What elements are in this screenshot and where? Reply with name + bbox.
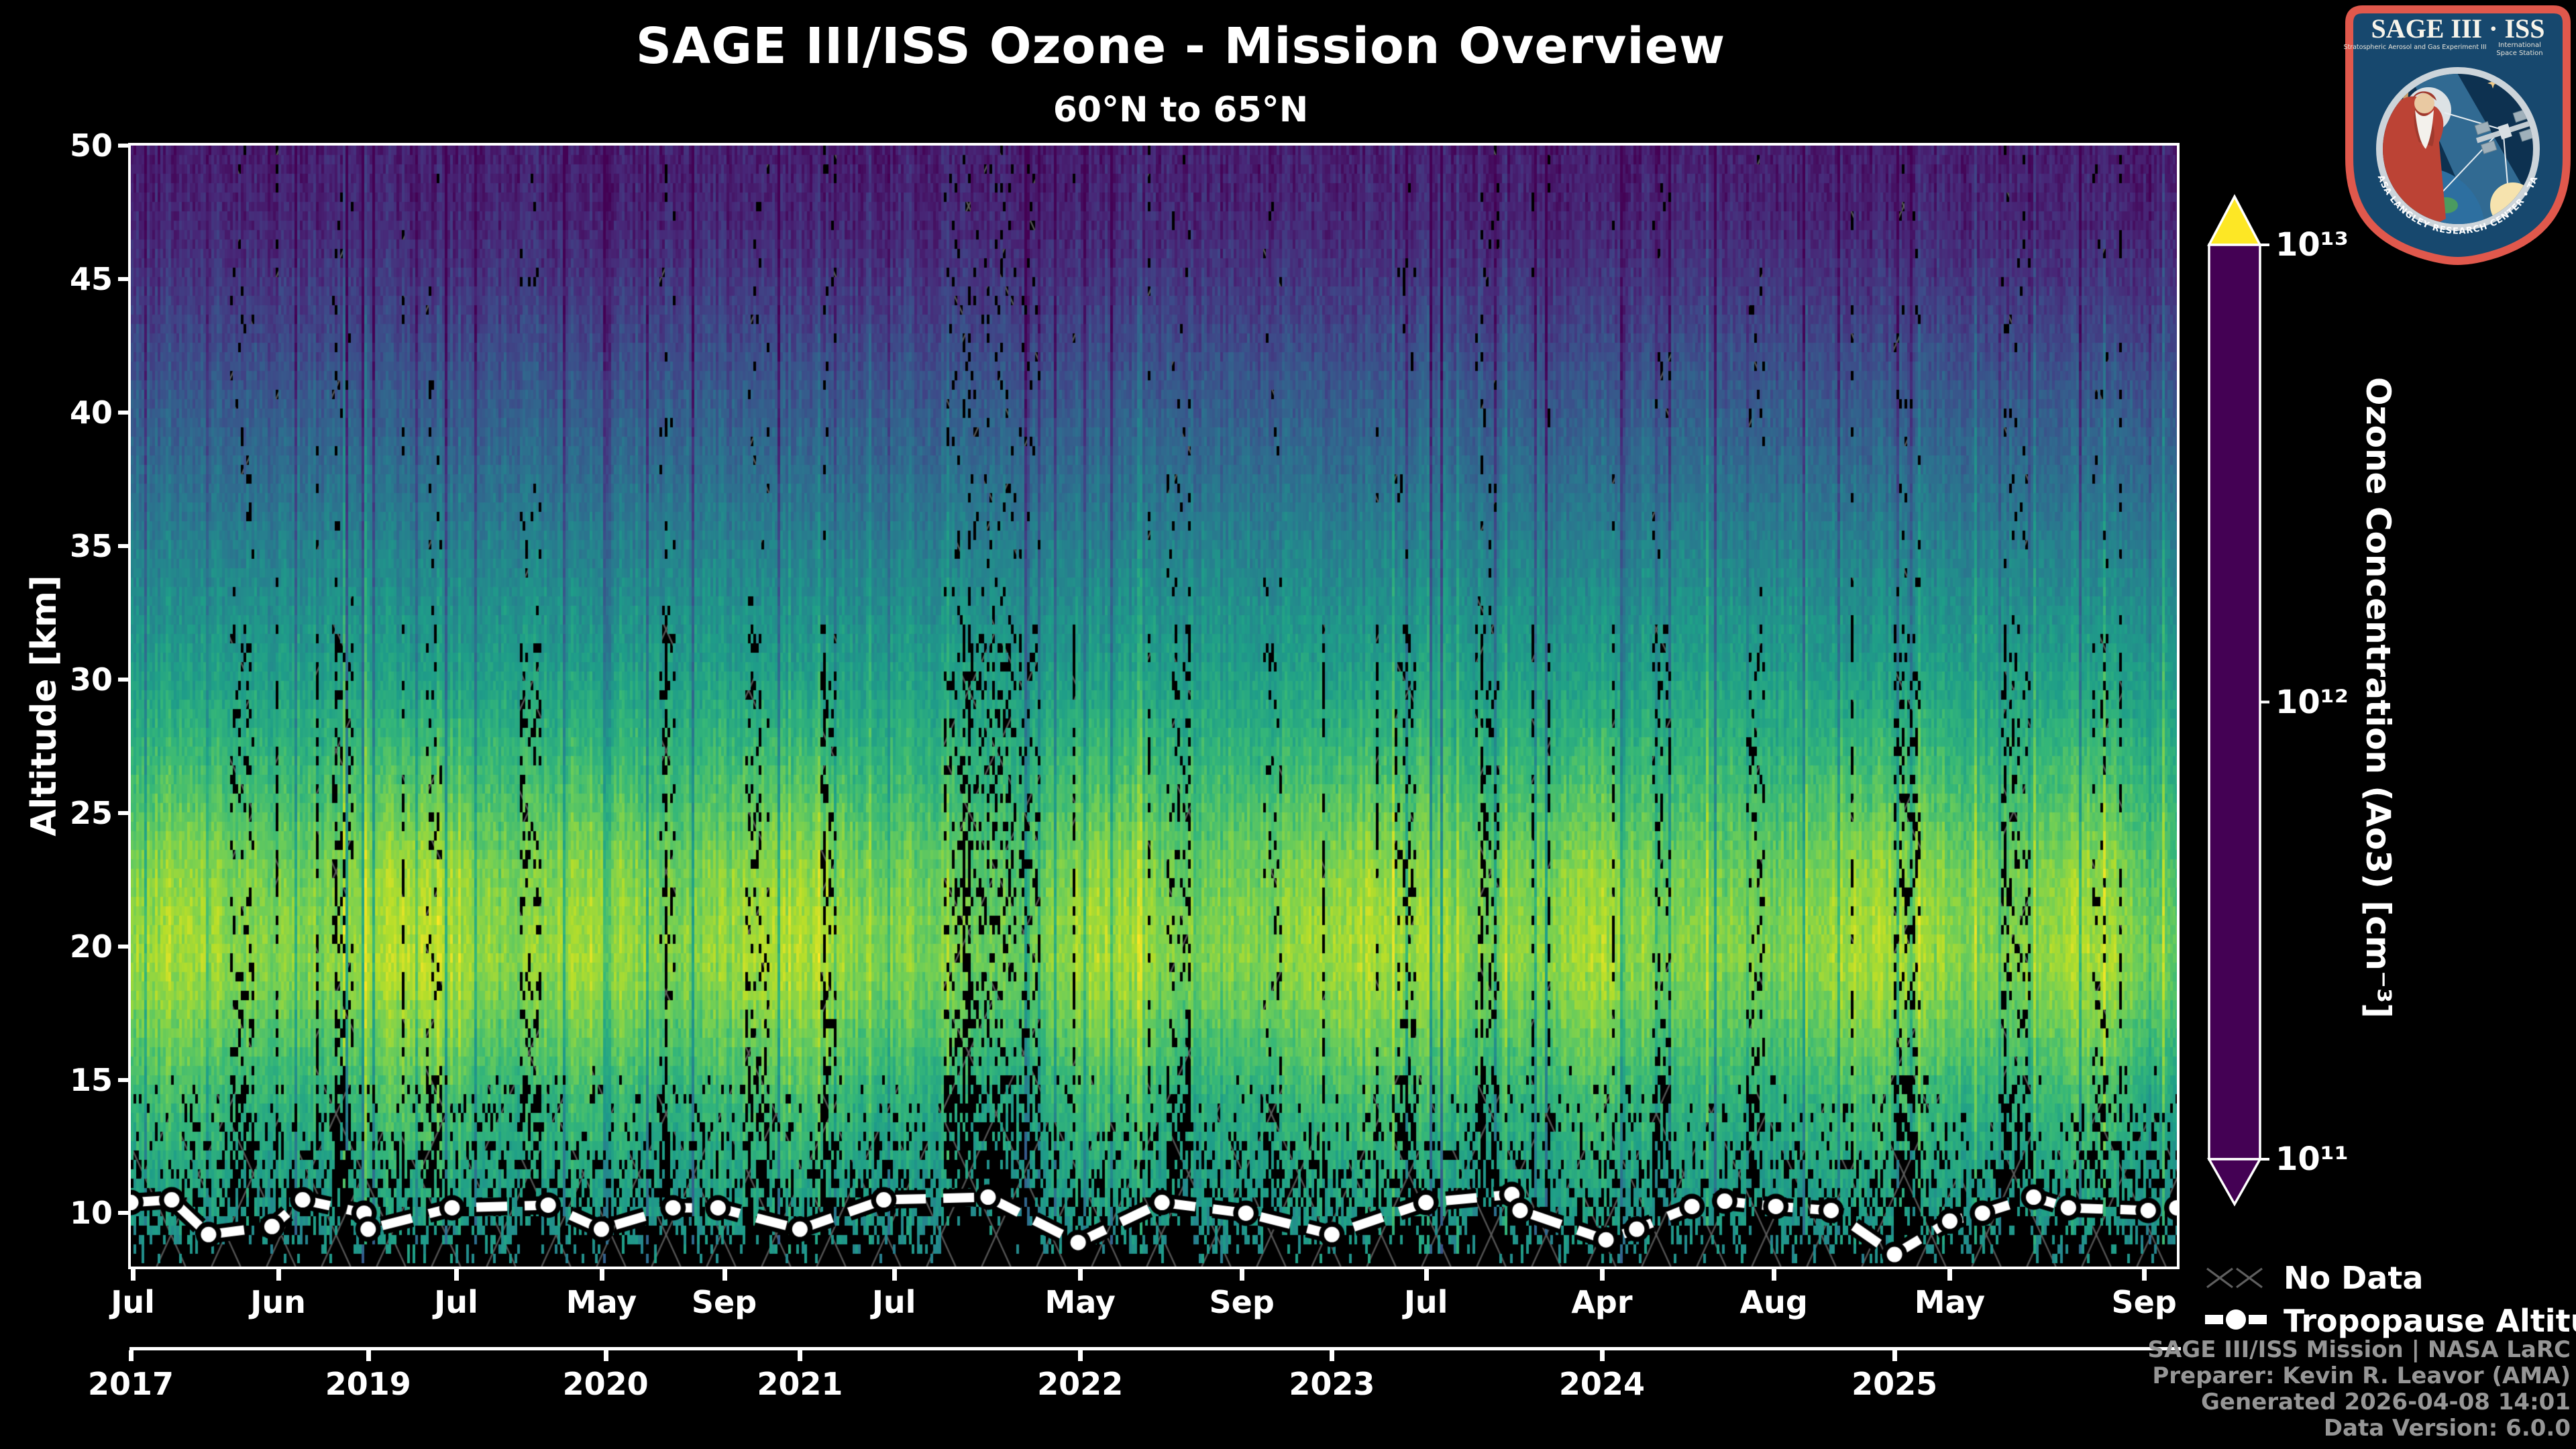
y-tick-label: 15 (39, 1062, 113, 1098)
plot-area (128, 143, 2180, 1269)
x-tick-mark-month (1240, 1269, 1244, 1281)
x-tick-mark-month (1424, 1269, 1429, 1281)
x-tick-mark-month (276, 1269, 281, 1281)
x-tick-mark-month (2142, 1269, 2147, 1281)
x-tick-mark-month (454, 1269, 459, 1281)
x-tick-mark-year (1078, 1350, 1083, 1361)
x-tick-label-month: May (566, 1284, 637, 1320)
y-tick-label: 40 (39, 394, 113, 431)
x-tick-label-year: 2023 (1289, 1366, 1375, 1402)
patch-subtitle-right-2: Space Station (2496, 50, 2542, 57)
y-tick-label: 10 (39, 1195, 113, 1231)
colorbar-tick-marks (2260, 245, 2269, 1159)
x-tick-mark-month (1600, 1269, 1605, 1281)
x-tick-mark-month (1772, 1269, 1776, 1281)
x-tick-label-month: Jul (434, 1284, 478, 1320)
patch-subtitle-left: Stratospheric Aerosol and Gas Experiment… (2344, 44, 2487, 51)
y-tick-label: 45 (39, 261, 113, 297)
x-tick-mark-year (366, 1350, 371, 1361)
year-axis-line (129, 1347, 2181, 1350)
x-tick-label-month: Jul (872, 1284, 916, 1320)
x-tick-mark-year (1892, 1350, 1897, 1361)
y-tick-label: 30 (39, 661, 113, 698)
footer-credits: SAGE III/ISS Mission | NASA LaRC Prepare… (2148, 1337, 2571, 1442)
y-tick-mark (118, 811, 129, 815)
x-tick-label-month: Aug (1740, 1284, 1808, 1320)
y-tick-label: 25 (39, 795, 113, 831)
x-tick-mark-year (1330, 1350, 1334, 1361)
legend-label-tropopause: Tropopause Altitude (2284, 1303, 2576, 1339)
x-tick-mark-month (722, 1269, 727, 1281)
x-tick-label-year: 2020 (563, 1366, 649, 1402)
x-tick-label-year: 2019 (325, 1366, 411, 1402)
x-tick-label-month: May (1915, 1284, 1985, 1320)
footer-mission-line: SAGE III/ISS Mission | NASA LaRC (2148, 1337, 2571, 1363)
y-tick-mark (118, 411, 129, 415)
colorbar (2202, 190, 2272, 1216)
colorbar-gradient-bar (2209, 245, 2260, 1159)
x-tick-mark-month (600, 1269, 604, 1281)
x-tick-label-month: Jul (111, 1284, 155, 1320)
y-tick-mark (118, 1078, 129, 1082)
x-tick-label-month: Sep (1210, 1284, 1275, 1320)
x-tick-label-month: Sep (2112, 1284, 2177, 1320)
x-tick-label-month: May (1044, 1284, 1115, 1320)
x-tick-mark-year (1600, 1350, 1605, 1361)
colorbar-tick-label: 10¹³ (2275, 225, 2349, 264)
colorbar-extend-max-arrow (2209, 197, 2260, 245)
x-tick-label-month: Apr (1571, 1284, 1632, 1320)
tropopause-line-icon (2205, 1307, 2267, 1332)
colorbar-tick-label: 10¹² (2275, 683, 2349, 722)
x-tick-label-year: 2022 (1037, 1366, 1123, 1402)
x-tick-label-month: Sep (692, 1284, 757, 1320)
chart-title: SAGE III/ISS Ozone - Mission Overview (0, 17, 2361, 75)
colorbar-label: Ozone Concentration (Ao3) [cm⁻³] (2347, 201, 2398, 1194)
ozone-heatmap-canvas (131, 146, 2177, 1267)
x-tick-mark-month (892, 1269, 897, 1281)
y-tick-mark (118, 945, 129, 949)
x-tick-mark-month (1947, 1269, 1952, 1281)
x-tick-mark-year (798, 1350, 802, 1361)
x-tick-mark-month (131, 1269, 136, 1281)
y-tick-mark (118, 544, 129, 548)
x-tick-mark-month (1078, 1269, 1083, 1281)
x-tick-label-year: 2024 (1559, 1366, 1645, 1402)
patch-subtitle-right-1: International (2498, 42, 2541, 49)
y-tick-mark (118, 678, 129, 682)
y-tick-mark (118, 277, 129, 281)
y-tick-label: 50 (39, 127, 113, 164)
figure-root: SAGE III/ISS Ozone - Mission Overview 60… (0, 0, 2576, 1449)
x-tick-label-month: Jul (1404, 1284, 1448, 1320)
x-tick-label-month: Jun (250, 1284, 306, 1320)
y-tick-label: 35 (39, 528, 113, 564)
patch-title: SAGE III · ISS (2371, 13, 2544, 44)
sage-iii-iss-mission-patch-logo: SAGE III · ISS Stratospheric Aerosol and… (2344, 4, 2572, 266)
footer-generated-line: Generated 2026-04-08 14:01 (2148, 1389, 2571, 1415)
legend-label-no-data: No Data (2284, 1260, 2423, 1296)
x-tick-label-year: 2021 (757, 1366, 843, 1402)
y-tick-label: 20 (39, 928, 113, 965)
x-tick-mark-year (129, 1350, 133, 1361)
no-data-hatch-icon (2205, 1267, 2265, 1289)
footer-version-line: Data Version: 6.0.0 (2148, 1415, 2571, 1442)
x-tick-mark-year (604, 1350, 608, 1361)
chart-subtitle: 60°N to 65°N (0, 90, 2361, 130)
x-tick-label-year: 2017 (88, 1366, 174, 1402)
footer-preparer-line: Preparer: Kevin R. Leavor (AMA) (2148, 1363, 2571, 1389)
colorbar-extend-min-arrow (2209, 1159, 2260, 1204)
x-tick-label-year: 2025 (1851, 1366, 1937, 1402)
y-tick-mark (118, 144, 129, 148)
y-tick-mark (118, 1211, 129, 1215)
colorbar-tick-label: 10¹¹ (2275, 1140, 2349, 1179)
